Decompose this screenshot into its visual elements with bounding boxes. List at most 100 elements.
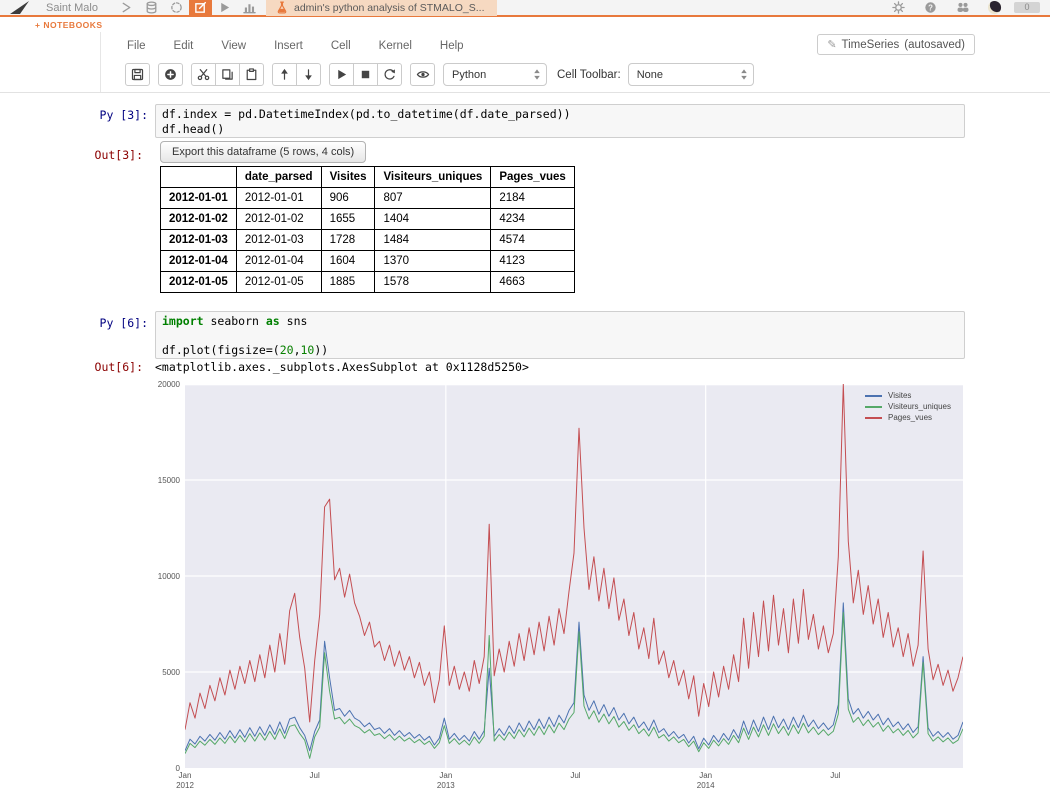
export-dataframe-button[interactable]: Export this dataframe (5 rows, 4 cols) (160, 141, 366, 163)
x-tick-label: Jul (813, 771, 857, 781)
restart-kernel-button[interactable] (377, 63, 402, 86)
scissors-icon (197, 68, 210, 81)
refresh-icon (383, 68, 396, 81)
move-cell-up-button[interactable] (272, 63, 297, 86)
legend-label: Visites (888, 391, 911, 400)
menu-insert[interactable]: Insert (274, 40, 303, 52)
play-icon (335, 68, 348, 81)
table-row: 2012-01-052012-01-05188515784663 (161, 272, 575, 293)
notebook-name: TimeSeries (842, 39, 900, 51)
table-header: Pages_vues (491, 167, 575, 188)
copy-cell-button[interactable] (215, 63, 240, 86)
run-cell-button[interactable] (329, 63, 354, 86)
cell2-output-prompt: Out[6]: (93, 360, 143, 374)
notebooks-breadcrumb[interactable]: + NOTEBOOKS (35, 20, 103, 30)
cell2-output-text: <matplotlib.axes._subplots.AxesSubplot a… (155, 360, 529, 374)
notebook-header: File Edit View Insert Cell Kernel Help ✎… (0, 32, 1050, 93)
svg-text:?: ? (928, 3, 933, 12)
legend-label: Pages_vues (888, 413, 932, 422)
x-tick-label: Jul (293, 771, 337, 781)
menu-cell[interactable]: Cell (331, 40, 351, 52)
users-icon[interactable] (950, 0, 975, 16)
notebook-tab-title: admin's python analysis of STMALO_S... (294, 2, 485, 14)
panel-divider (100, 32, 101, 92)
interrupt-kernel-button[interactable] (353, 63, 378, 86)
datasets-icon[interactable] (139, 0, 164, 16)
jobs-icon[interactable] (164, 0, 189, 16)
select-stepper-icon (740, 68, 748, 81)
series-Visiteurs_uniques (185, 613, 963, 759)
y-tick-label: 10000 (150, 572, 180, 581)
pencil-icon: ✎ (827, 38, 836, 51)
flow-icon[interactable] (114, 0, 139, 16)
logo-icon (8, 0, 30, 15)
x-tick-label: Jan2012 (163, 771, 207, 790)
cell-toolbar-label: Cell Toolbar: (557, 69, 621, 81)
notification-badge[interactable]: 0 (1014, 2, 1040, 13)
help-icon[interactable]: ? (918, 0, 943, 16)
run-icon[interactable] (212, 0, 237, 16)
y-tick-label: 20000 (150, 380, 180, 389)
menu-view[interactable]: View (221, 40, 246, 52)
notebook-edit-icon[interactable] (189, 0, 212, 16)
plot-area: Visites Visiteurs_uniques Pages_vues (185, 384, 963, 768)
menu-file[interactable]: File (127, 40, 146, 52)
cell1-code-input[interactable]: df.index = pd.DatetimeIndex(pd.to_dateti… (155, 104, 965, 138)
x-tick-label: Jan2014 (684, 771, 728, 790)
legend-swatch (865, 395, 882, 397)
arrow-up-icon (278, 68, 291, 81)
table-header (161, 167, 237, 188)
x-tick-label: Jul (553, 771, 597, 781)
y-tick-label: 5000 (150, 668, 180, 677)
notebook-toolbar: Python Cell Toolbar: None (125, 63, 754, 86)
toggle-output-button[interactable] (410, 63, 435, 86)
y-tick-label: 15000 (150, 476, 180, 485)
app-topbar: Saint Malo admin's python analysis of ST… (0, 0, 1050, 17)
add-cell-button[interactable] (158, 63, 183, 86)
timeseries-figure: VisitesVisiteurs_uniquesPages_vues 05000… (150, 376, 1010, 794)
cell1-input-prompt: Py [3]: (98, 108, 148, 122)
plus-circle-icon (164, 68, 177, 81)
cell-toolbar-select[interactable]: None (628, 63, 754, 86)
menu-kernel[interactable]: Kernel (379, 40, 412, 52)
legend-entry: Visiteurs_uniques (865, 402, 951, 411)
notebook-tab[interactable]: admin's python analysis of STMALO_S... (266, 0, 497, 16)
notebooks-strip: + NOTEBOOKS (0, 19, 1050, 32)
save-button[interactable] (125, 63, 150, 86)
table-row: 2012-01-022012-01-02165514044234 (161, 209, 575, 230)
chart-legend: Visites Visiteurs_uniques Pages_vues (865, 391, 951, 424)
legend-label: Visiteurs_uniques (888, 402, 951, 411)
paste-cell-button[interactable] (239, 63, 264, 86)
legend-entry: Pages_vues (865, 413, 951, 422)
table-header: Visiteurs_uniques (375, 167, 491, 188)
legend-entry: Visites (865, 391, 951, 400)
app-logo[interactable] (8, 0, 30, 15)
x-tick-label: Jan2013 (424, 771, 468, 790)
gear-icon[interactable] (886, 0, 911, 16)
notebook-title-button[interactable]: ✎ TimeSeries (autosaved) (817, 34, 975, 55)
cell2-input-prompt: Py [6]: (98, 316, 148, 330)
table-row: 2012-01-012012-01-019068072184 (161, 188, 575, 209)
table-row: 2012-01-042012-01-04160413704123 (161, 251, 575, 272)
table-row: 2012-01-032012-01-03172814844574 (161, 230, 575, 251)
cut-cell-button[interactable] (191, 63, 216, 86)
paste-icon (245, 68, 258, 81)
save-icon (131, 68, 144, 81)
table-header: date_parsed (236, 167, 321, 188)
select-stepper-icon (533, 68, 541, 81)
menu-edit[interactable]: Edit (174, 40, 194, 52)
move-cell-down-button[interactable] (296, 63, 321, 86)
notebook-menubar: File Edit View Insert Cell Kernel Help (127, 40, 464, 52)
menu-help[interactable]: Help (440, 40, 464, 52)
charts-icon[interactable] (237, 0, 262, 16)
arrow-down-icon (302, 68, 315, 81)
line-chart (185, 384, 963, 768)
copy-icon (221, 68, 234, 81)
legend-swatch (865, 406, 882, 408)
project-name[interactable]: Saint Malo (46, 2, 98, 14)
autosave-status: (autosaved) (904, 39, 965, 51)
user-avatar[interactable] (982, 0, 1007, 16)
kernel-select[interactable]: Python (443, 63, 547, 86)
flask-icon (276, 1, 288, 14)
cell2-code-input[interactable]: import seaborn as sns df.plot(figsize=(2… (155, 311, 965, 359)
